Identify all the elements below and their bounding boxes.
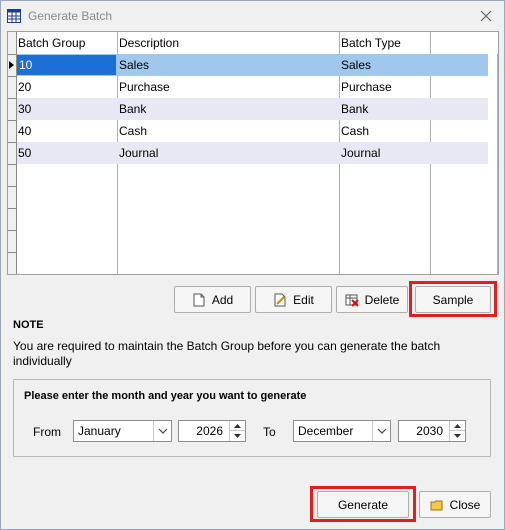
row-header-column bbox=[8, 32, 17, 274]
to-month-select[interactable]: December bbox=[293, 420, 391, 442]
batch-group-cell-editing[interactable]: 10 bbox=[17, 55, 116, 75]
to-label: To bbox=[263, 425, 276, 439]
spin-up-icon[interactable] bbox=[230, 421, 245, 431]
from-label: From bbox=[33, 425, 61, 439]
from-year-value: 2026 bbox=[196, 424, 223, 438]
add-button-label: Add bbox=[211, 292, 234, 307]
table-row[interactable]: 50 Journal Journal bbox=[17, 142, 488, 164]
close-icon[interactable] bbox=[476, 6, 496, 26]
description-cell[interactable]: Purchase bbox=[118, 76, 339, 98]
edit-button[interactable]: Edit bbox=[255, 286, 332, 313]
table-row[interactable]: 30 Bank Bank bbox=[17, 98, 488, 120]
description-cell[interactable]: Bank bbox=[118, 98, 339, 120]
grid-header: Batch Group Description Batch Type bbox=[17, 32, 498, 54]
note-text: You are required to maintain the Batch G… bbox=[13, 339, 441, 368]
batch-group-cell[interactable]: 30 bbox=[17, 98, 117, 120]
edit-document-icon bbox=[274, 293, 286, 306]
spin-down-icon[interactable] bbox=[230, 431, 245, 441]
description-cell[interactable]: Sales bbox=[118, 54, 339, 76]
generate-highlight-frame bbox=[310, 486, 416, 522]
window-title: Generate Batch bbox=[28, 9, 113, 23]
batch-type-cell[interactable]: Cash bbox=[340, 120, 430, 142]
from-month-select[interactable]: January bbox=[73, 420, 172, 442]
batch-group-grid[interactable]: Batch Group Description Batch Type 10 Sa… bbox=[7, 31, 499, 275]
table-row[interactable]: 10 Sales Sales bbox=[17, 54, 488, 76]
column-header-batch-type[interactable]: Batch Type bbox=[340, 32, 431, 54]
note-heading: NOTE bbox=[13, 319, 44, 331]
spin-down-icon[interactable] bbox=[450, 431, 465, 441]
description-cell[interactable]: Journal bbox=[118, 142, 339, 164]
current-row-arrow-icon bbox=[9, 61, 14, 69]
from-year-spinner[interactable]: 2026 bbox=[178, 420, 246, 442]
chevron-down-icon[interactable] bbox=[372, 421, 390, 441]
period-instruction: Please enter the month and year you want… bbox=[24, 390, 307, 402]
close-button-label: Close bbox=[449, 497, 481, 512]
folder-icon bbox=[430, 500, 443, 510]
batch-type-cell[interactable]: Journal bbox=[340, 142, 430, 164]
title-bar: Generate Batch bbox=[1, 1, 504, 31]
column-header-blank bbox=[431, 32, 498, 54]
description-cell[interactable]: Cash bbox=[118, 120, 339, 142]
period-panel: Please enter the month and year you want… bbox=[13, 379, 491, 457]
batch-type-cell[interactable]: Bank bbox=[340, 98, 430, 120]
spin-up-icon[interactable] bbox=[450, 421, 465, 431]
batch-type-cell[interactable]: Sales bbox=[340, 54, 430, 76]
to-year-value: 2030 bbox=[416, 424, 443, 438]
batch-group-cell[interactable]: 40 bbox=[17, 120, 117, 142]
table-row[interactable]: 40 Cash Cash bbox=[17, 120, 488, 142]
close-button[interactable]: Close bbox=[419, 491, 491, 518]
batch-type-cell[interactable]: Purchase bbox=[340, 76, 430, 98]
add-button[interactable]: Add bbox=[174, 286, 251, 313]
delete-button-label: Delete bbox=[364, 292, 400, 307]
delete-table-icon bbox=[345, 294, 359, 307]
grid-app-icon bbox=[7, 9, 21, 23]
batch-group-cell[interactable]: 20 bbox=[17, 76, 117, 98]
to-month-value: December bbox=[298, 424, 354, 438]
batch-group-cell[interactable]: 50 bbox=[17, 142, 117, 164]
edit-button-label: Edit bbox=[293, 292, 314, 307]
table-row[interactable]: 20 Purchase Purchase bbox=[17, 76, 488, 98]
new-document-icon bbox=[193, 293, 205, 306]
sample-highlight-frame bbox=[409, 281, 497, 317]
column-header-description[interactable]: Description bbox=[118, 32, 340, 54]
generate-batch-window: Generate Batch Batch Group Description B… bbox=[0, 0, 505, 530]
from-month-value: January bbox=[78, 424, 121, 438]
delete-button[interactable]: Delete bbox=[336, 286, 408, 313]
chevron-down-icon[interactable] bbox=[153, 421, 171, 441]
column-header-batch-group[interactable]: Batch Group bbox=[17, 32, 118, 54]
to-year-spinner[interactable]: 2030 bbox=[398, 420, 466, 442]
